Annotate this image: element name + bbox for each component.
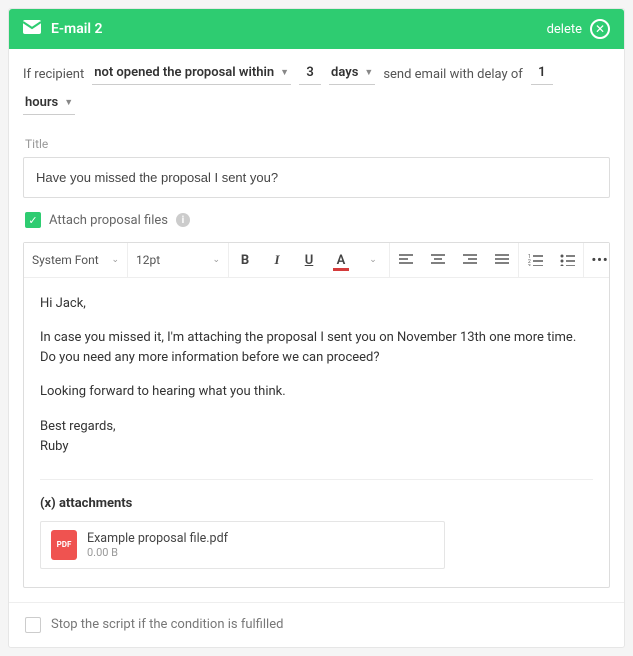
stop-script-checkbox[interactable] xyxy=(25,617,41,633)
condition-delay-unit-value: hours xyxy=(25,95,58,110)
more-options-button[interactable]: ••• xyxy=(584,243,616,277)
title-label: Title xyxy=(25,137,610,151)
body-line: Hi Jack, xyxy=(40,294,593,314)
condition-unit-value: days xyxy=(331,65,358,80)
stop-script-label: Stop the script if the condition is fulf… xyxy=(51,617,283,632)
mail-icon xyxy=(23,20,41,38)
font-size-select[interactable]: 12pt ⌄ xyxy=(128,243,228,277)
bold-button[interactable]: B xyxy=(229,243,261,277)
divider xyxy=(40,479,593,480)
align-center-button[interactable] xyxy=(422,243,454,277)
condition-delay-value: 1 xyxy=(538,65,545,80)
condition-action-value: not opened the proposal within xyxy=(94,65,274,80)
delete-label: delete xyxy=(547,22,582,37)
close-icon: ✕ xyxy=(590,19,610,39)
attachment-filesize: 0.00 B xyxy=(87,546,228,559)
condition-delay-unit-select[interactable]: hours ▼ xyxy=(23,93,75,115)
chevron-down-icon: ⌄ xyxy=(111,255,119,265)
unordered-list-button[interactable] xyxy=(551,243,583,277)
caret-down-icon: ▼ xyxy=(364,67,373,78)
body-line: Best regards, xyxy=(40,417,593,437)
attachment-filename: Example proposal file.pdf xyxy=(87,531,228,546)
ordered-list-button[interactable]: 123 xyxy=(519,243,551,277)
pdf-icon: PDF xyxy=(51,530,77,560)
attach-files-label: Attach proposal files xyxy=(49,213,168,228)
font-family-value: System Font xyxy=(32,253,99,267)
italic-button[interactable]: I xyxy=(261,243,293,277)
attachment-item[interactable]: PDF Example proposal file.pdf 0.00 B xyxy=(40,521,445,569)
caret-down-icon: ▼ xyxy=(64,97,73,108)
chevron-down-icon: ⌄ xyxy=(369,255,377,265)
card-header: E-mail 2 delete ✕ xyxy=(9,9,624,49)
condition-action-select[interactable]: not opened the proposal within ▼ xyxy=(92,63,291,85)
underline-button[interactable]: U xyxy=(293,243,325,277)
condition-count-select[interactable]: 3 xyxy=(299,63,321,85)
card-footer: Stop the script if the condition is fulf… xyxy=(9,602,624,647)
card-title: E-mail 2 xyxy=(51,21,102,37)
condition-count-value: 3 xyxy=(306,65,313,80)
condition-delay-select[interactable]: 1 xyxy=(531,63,553,85)
editor-toolbar: System Font ⌄ 12pt ⌄ B I U A ⌄ xyxy=(24,243,609,278)
condition-prefix: If recipient xyxy=(23,67,84,82)
attach-files-checkbox[interactable]: ✓ xyxy=(25,212,41,228)
font-size-value: 12pt xyxy=(136,253,160,267)
title-input[interactable] xyxy=(23,157,610,198)
align-right-button[interactable] xyxy=(454,243,486,277)
editor-body[interactable]: Hi Jack, In case you missed it, I'm atta… xyxy=(24,278,609,587)
info-icon[interactable]: i xyxy=(176,213,190,227)
body-line: Looking forward to hearing what you thin… xyxy=(40,382,593,402)
condition-unit-select[interactable]: days ▼ xyxy=(329,63,375,85)
align-left-button[interactable] xyxy=(390,243,422,277)
rich-text-editor: System Font ⌄ 12pt ⌄ B I U A ⌄ xyxy=(23,242,610,588)
text-color-dropdown[interactable]: ⌄ xyxy=(357,243,389,277)
body-line: In case you missed it, I'm attaching the… xyxy=(40,328,593,368)
body-line: Ruby xyxy=(40,437,593,457)
font-family-select[interactable]: System Font ⌄ xyxy=(24,243,128,277)
svg-text:3: 3 xyxy=(528,264,531,266)
chevron-down-icon: ⌄ xyxy=(212,255,220,265)
attachments-heading: (x) attachments xyxy=(40,496,593,511)
text-color-button[interactable]: A xyxy=(325,243,357,277)
caret-down-icon: ▼ xyxy=(280,67,289,78)
align-justify-button[interactable] xyxy=(486,243,518,277)
condition-mid: send email with delay of xyxy=(383,67,523,82)
email-step-card: E-mail 2 delete ✕ If recipient not opene… xyxy=(8,8,625,648)
condition-row: If recipient not opened the proposal wit… xyxy=(9,49,624,125)
delete-button[interactable]: delete ✕ xyxy=(547,19,610,39)
